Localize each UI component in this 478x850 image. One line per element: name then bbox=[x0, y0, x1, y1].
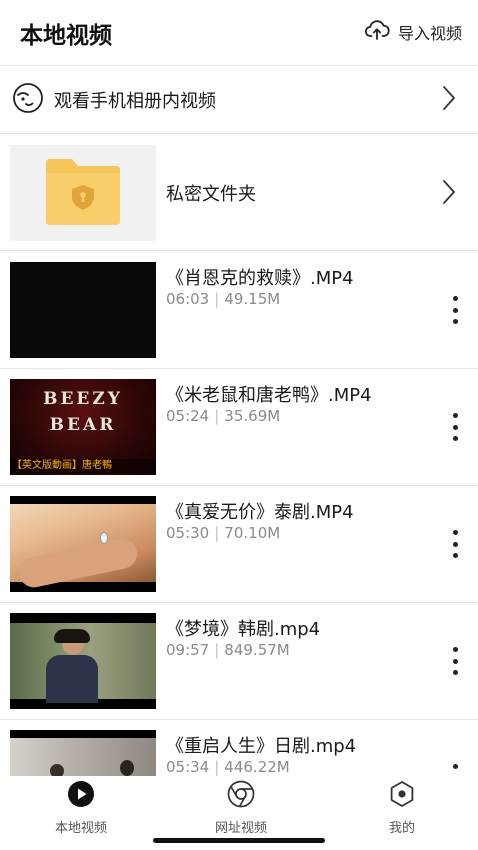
page-title: 本地视频 bbox=[20, 23, 112, 49]
video-meta: 05:30 | 70.10M bbox=[166, 524, 281, 542]
video-title: 《真爱无价》泰剧.MP4 bbox=[166, 502, 354, 523]
hexagon-icon bbox=[388, 780, 416, 812]
video-title: 《肖恩克的救赎》.MP4 bbox=[166, 268, 354, 289]
video-list[interactable]: 《肖恩克的救赎》.MP4 06:03 | 49.15M BEEZY BEAR 【英文… bbox=[0, 252, 478, 776]
more-options-icon[interactable] bbox=[450, 296, 460, 324]
play-circle-icon bbox=[67, 780, 95, 812]
video-duration: 09:57 bbox=[166, 641, 210, 659]
video-item[interactable]: 《重启人生》日剧.mp4 05:34 | 446.22M bbox=[0, 720, 478, 776]
more-options-icon[interactable] bbox=[450, 764, 460, 776]
video-thumbnail bbox=[10, 262, 156, 358]
tab-local-video[interactable]: 本地视频 bbox=[31, 780, 131, 836]
video-size: 446.22M bbox=[224, 758, 290, 776]
locked-folder-icon bbox=[44, 155, 122, 231]
video-size: 849.57M bbox=[224, 641, 290, 659]
video-item[interactable]: BEEZY BEAR 【英文版動画】唐老鴨 《米老鼠和唐老鸭》.MP4 05:2… bbox=[0, 369, 478, 486]
top-bar: 本地视频 导入视频 bbox=[0, 0, 478, 66]
tab-me[interactable]: 我的 bbox=[352, 780, 452, 836]
video-item[interactable]: 《梦境》韩剧.mp4 09:57 | 849.57M bbox=[0, 603, 478, 720]
video-thumbnail bbox=[10, 496, 156, 592]
tab-label: 网址视频 bbox=[214, 821, 267, 836]
chevron-right-icon bbox=[442, 179, 456, 209]
tab-label: 我的 bbox=[388, 821, 415, 836]
video-duration: 05:24 bbox=[166, 407, 210, 425]
more-options-icon[interactable] bbox=[450, 530, 460, 558]
thumbnail-title-line-2: BEAR bbox=[49, 415, 117, 435]
video-meta: 05:24 | 35.69M bbox=[166, 407, 281, 425]
video-item[interactable]: 《真爱无价》泰剧.MP4 05:30 | 70.10M bbox=[0, 486, 478, 603]
video-duration: 05:34 bbox=[166, 758, 210, 776]
video-thumbnail bbox=[10, 730, 156, 776]
video-meta: 05:34 | 446.22M bbox=[166, 758, 290, 776]
tab-url-video[interactable]: 网址视频 bbox=[191, 780, 291, 836]
video-size: 49.15M bbox=[224, 290, 281, 308]
video-title: 《米老鼠和唐老鸭》.MP4 bbox=[166, 385, 372, 406]
home-indicator bbox=[153, 838, 325, 843]
video-title: 《重启人生》日剧.mp4 bbox=[166, 736, 357, 757]
cloud-upload-icon bbox=[364, 17, 390, 47]
thumbnail-caption: 【英文版動画】唐老鴨 bbox=[10, 459, 156, 473]
video-size: 70.10M bbox=[224, 524, 281, 542]
browser-icon bbox=[227, 780, 255, 812]
import-video-label: 导入视频 bbox=[397, 24, 462, 43]
import-video-button[interactable]: 导入视频 bbox=[364, 18, 462, 46]
tab-label: 本地视频 bbox=[54, 821, 107, 836]
video-thumbnail bbox=[10, 613, 156, 709]
face-icon bbox=[12, 82, 44, 118]
album-videos-row[interactable]: 观看手机相册内视频 bbox=[0, 67, 478, 134]
private-folder-label: 私密文件夹 bbox=[166, 184, 256, 205]
chevron-right-icon bbox=[442, 85, 456, 115]
video-duration: 05:30 bbox=[166, 524, 210, 542]
video-title: 《梦境》韩剧.mp4 bbox=[166, 619, 321, 640]
private-folder-row[interactable]: 私密文件夹 bbox=[0, 135, 478, 251]
video-duration: 06:03 bbox=[166, 290, 210, 308]
video-size: 35.69M bbox=[224, 407, 281, 425]
private-folder-thumbnail bbox=[10, 145, 156, 241]
video-item[interactable]: 《肖恩克的救赎》.MP4 06:03 | 49.15M bbox=[0, 252, 478, 369]
more-options-icon[interactable] bbox=[450, 413, 460, 441]
album-videos-label: 观看手机相册内视频 bbox=[54, 91, 216, 112]
video-meta: 09:57 | 849.57M bbox=[166, 641, 290, 659]
more-options-icon[interactable] bbox=[450, 647, 460, 675]
video-meta: 06:03 | 49.15M bbox=[166, 290, 281, 308]
thumbnail-title-line-1: BEEZY bbox=[43, 389, 123, 409]
video-thumbnail: BEEZY BEAR 【英文版動画】唐老鴨 bbox=[10, 379, 156, 475]
